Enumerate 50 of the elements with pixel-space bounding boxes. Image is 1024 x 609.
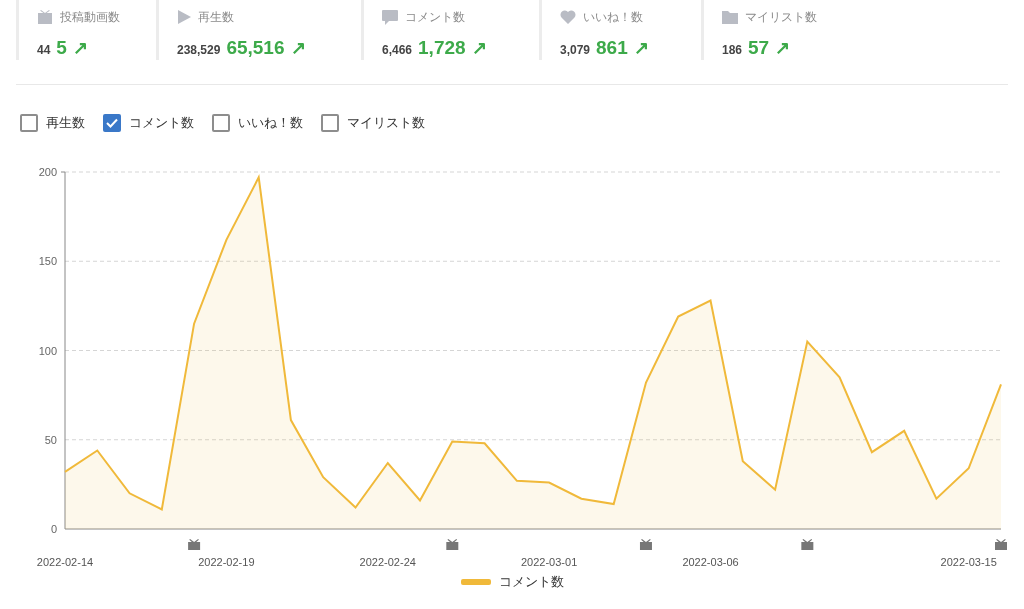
tv-icon [37, 10, 53, 24]
y-tick-label: 0 [50, 523, 57, 535]
stat-increase: 65,516 [226, 36, 285, 60]
trend-arrow: ↗ [72, 37, 88, 60]
tv-icon[interactable] [639, 539, 652, 550]
checkbox[interactable] [103, 114, 121, 132]
trend-arrow: ↗ [471, 37, 487, 60]
y-tick-label: 50 [44, 433, 57, 446]
stat-increase: 5 [56, 36, 67, 60]
checkbox-label: 再生数 [46, 114, 85, 133]
trend-arrow: ↗ [633, 37, 649, 60]
trend-arrow: ↗ [775, 37, 791, 60]
stat-label: マイリスト数 [745, 9, 817, 26]
x-tick-label: 2022-02-24 [359, 556, 416, 568]
heart-icon [560, 10, 576, 24]
y-tick-label: 100 [38, 344, 57, 357]
play-icon [177, 10, 191, 24]
checkbox[interactable] [212, 114, 230, 132]
tv-icon[interactable] [446, 539, 459, 550]
tv-icon[interactable] [801, 539, 814, 550]
stat-label: コメント数 [405, 9, 465, 26]
stat-increase: 861 [596, 36, 628, 60]
y-tick-label: 150 [38, 255, 57, 268]
checkbox-label: いいね！数 [238, 114, 303, 133]
stat-label: いいね！数 [583, 9, 643, 26]
x-tick-label: 2022-02-14 [36, 556, 94, 568]
stat-label: 再生数 [198, 9, 234, 26]
comment-icon [382, 9, 398, 25]
x-tick-label: 2022-03-15 [940, 556, 997, 568]
checkbox-label: コメント数 [129, 114, 194, 133]
stat-increase: 57 [748, 36, 770, 60]
legend-label[interactable]: コメント数 [498, 572, 564, 592]
checkbox-label: マイリスト数 [347, 114, 425, 133]
x-tick-label: 2022-03-01 [521, 556, 578, 568]
stat-total: 238,529 [177, 42, 221, 59]
checkbox[interactable] [321, 114, 339, 132]
x-tick-label: 2022-02-19 [198, 556, 255, 568]
folder-icon [722, 10, 738, 24]
y-tick-label: 200 [38, 166, 57, 178]
stat-increase: 1,728 [418, 36, 466, 60]
stat-total: 44 [37, 42, 51, 59]
checkbox[interactable] [20, 114, 38, 132]
stat-total: 3,079 [560, 42, 591, 59]
stat-total: 186 [722, 42, 743, 59]
tv-icon[interactable] [188, 539, 201, 550]
tv-icon[interactable] [995, 539, 1007, 550]
stat-total: 6,466 [382, 42, 413, 59]
x-tick-label: 2022-03-06 [682, 556, 739, 568]
trend-arrow: ↗ [290, 37, 306, 60]
stat-label: 投稿動画数 [60, 9, 120, 26]
